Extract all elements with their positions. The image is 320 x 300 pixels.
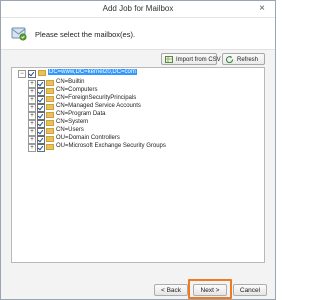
item-checkbox[interactable] bbox=[37, 120, 45, 128]
root-checkbox[interactable] bbox=[28, 70, 36, 78]
folder-icon bbox=[46, 96, 54, 102]
collapse-icon[interactable]: − bbox=[18, 70, 26, 78]
expand-icon[interactable]: + bbox=[28, 80, 36, 88]
folder-icon bbox=[46, 120, 54, 126]
domain-icon bbox=[38, 70, 46, 76]
tree-item-label: CN=Users bbox=[56, 127, 84, 133]
import-label: Import from CSV bbox=[176, 57, 221, 63]
item-checkbox[interactable] bbox=[37, 88, 45, 96]
folder-icon bbox=[46, 112, 54, 118]
mailbox-tree[interactable]: − DC=www,DC=kernel20,DC=com + CN=Builtin… bbox=[11, 67, 265, 263]
tree-item[interactable]: + CN=Managed Service Accounts bbox=[12, 103, 262, 112]
expand-icon[interactable]: + bbox=[28, 136, 36, 144]
tree-item-label: OU=Domain Controllers bbox=[56, 135, 120, 141]
dialog-window: Add Job for Mailbox × Please select the … bbox=[0, 0, 276, 300]
folder-icon bbox=[46, 88, 54, 94]
item-checkbox[interactable] bbox=[37, 104, 45, 112]
expand-icon[interactable]: + bbox=[28, 120, 36, 128]
tree-item-label: CN=Managed Service Accounts bbox=[56, 103, 141, 109]
tree-item[interactable]: + CN=Computers bbox=[12, 87, 262, 96]
expand-icon[interactable]: + bbox=[28, 96, 36, 104]
tree-item[interactable]: + CN=Users bbox=[12, 127, 262, 136]
back-button[interactable]: < Back bbox=[154, 284, 188, 296]
item-checkbox[interactable] bbox=[37, 96, 45, 104]
item-checkbox[interactable] bbox=[37, 128, 45, 136]
refresh-icon bbox=[226, 56, 234, 63]
folder-icon bbox=[46, 80, 54, 86]
tree-root-label: DC=www,DC=kernel20,DC=com bbox=[48, 69, 137, 75]
cancel-button[interactable]: Cancel bbox=[233, 284, 267, 296]
refresh-button[interactable]: Refresh bbox=[222, 53, 265, 65]
tree-item[interactable]: + OU=Microsoft Exchange Security Groups bbox=[12, 143, 262, 152]
item-checkbox[interactable] bbox=[37, 80, 45, 88]
tree-item[interactable]: + CN=Builtin bbox=[12, 79, 262, 88]
import-from-csv-button[interactable]: Import from CSV bbox=[161, 53, 221, 65]
csv-import-icon bbox=[165, 56, 173, 63]
tree-item-label: CN=System bbox=[56, 119, 89, 125]
item-checkbox[interactable] bbox=[37, 112, 45, 120]
window-title: Add Job for Mailbox bbox=[102, 4, 174, 13]
wizard-header: Please select the mailbox(es). bbox=[1, 18, 275, 50]
title-bar: Add Job for Mailbox × bbox=[1, 1, 275, 18]
expand-icon[interactable]: + bbox=[28, 88, 36, 96]
item-checkbox[interactable] bbox=[37, 136, 45, 144]
next-highlight-box bbox=[188, 279, 232, 299]
tree-root[interactable]: − DC=www,DC=kernel20,DC=com bbox=[12, 69, 262, 78]
close-icon[interactable]: × bbox=[255, 3, 269, 15]
tree-item-label: CN=Program Data bbox=[56, 111, 106, 117]
tree-item-label: CN=ForeignSecurityPrincipals bbox=[56, 95, 137, 101]
item-checkbox[interactable] bbox=[37, 144, 45, 152]
folder-icon bbox=[46, 144, 54, 150]
tree-item[interactable]: + CN=Program Data bbox=[12, 111, 262, 120]
instruction-text: Please select the mailbox(es). bbox=[35, 30, 136, 39]
refresh-label: Refresh bbox=[237, 57, 259, 63]
mailbox-wizard-icon bbox=[11, 27, 27, 41]
folder-icon bbox=[46, 128, 54, 134]
folder-icon bbox=[46, 136, 54, 142]
expand-icon[interactable]: + bbox=[28, 104, 36, 112]
folder-icon bbox=[46, 104, 54, 110]
tree-item-label: CN=Computers bbox=[56, 87, 98, 93]
tree-item-label: CN=Builtin bbox=[56, 79, 85, 85]
tree-item[interactable]: + CN=System bbox=[12, 119, 262, 128]
expand-icon[interactable]: + bbox=[28, 144, 36, 152]
tree-item-label: OU=Microsoft Exchange Security Groups bbox=[56, 143, 166, 149]
expand-icon[interactable]: + bbox=[28, 128, 36, 136]
expand-icon[interactable]: + bbox=[28, 112, 36, 120]
